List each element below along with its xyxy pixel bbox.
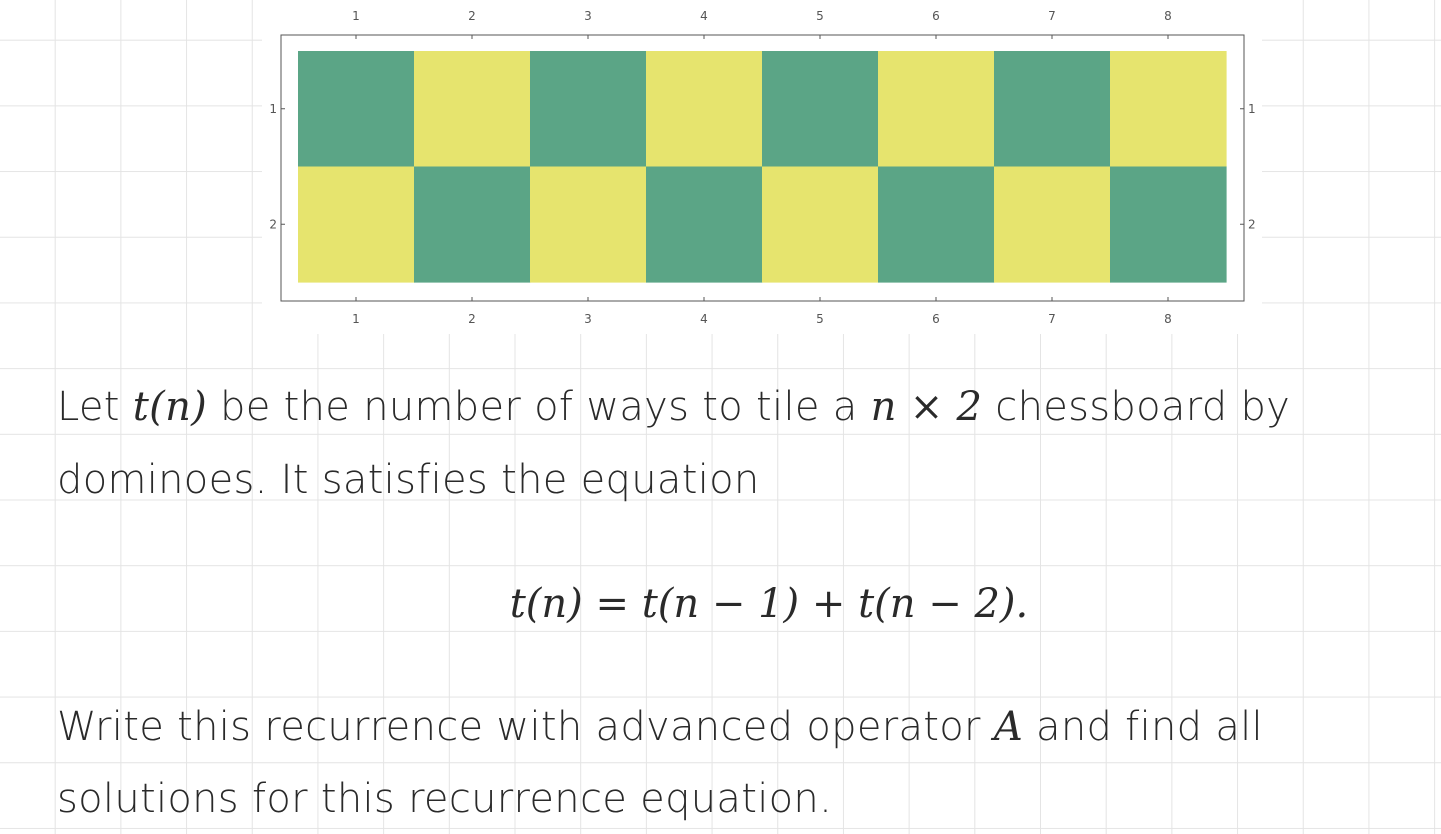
text-let: Let <box>57 384 133 430</box>
text-find-all: and find all <box>1023 704 1263 750</box>
math-operator-a: A <box>993 704 1023 750</box>
board-cell-r1-c7 <box>994 51 1111 168</box>
x-tick-label-top-4: 4 <box>700 9 708 23</box>
x-tick-label-bottom-4: 4 <box>700 312 708 326</box>
x-tick-label-bottom-3: 3 <box>584 312 592 326</box>
x-tick-label-top-8: 8 <box>1164 9 1172 23</box>
paragraph-2-line-1: Write this recurrence with advanced oper… <box>57 703 1263 751</box>
x-tick-label-top-1: 1 <box>352 9 360 23</box>
board-cell-r2-c2 <box>414 166 531 283</box>
text-chessboard-by: chessboard by <box>982 384 1291 430</box>
x-tick-label-bottom-8: 8 <box>1164 312 1172 326</box>
y-tick-label-left-1: 1 <box>269 102 277 116</box>
x-tick-label-bottom-6: 6 <box>932 312 940 326</box>
board-cell-r2-c7 <box>994 166 1111 283</box>
x-tick-label-top-3: 3 <box>584 9 592 23</box>
x-tick-label-top-7: 7 <box>1048 9 1056 23</box>
y-tick-label-left-2: 2 <box>269 217 277 231</box>
board-cell-r2-c5 <box>762 166 879 283</box>
x-tick-label-bottom-5: 5 <box>816 312 824 326</box>
text-number-of-ways: be the number of ways to tile a <box>207 384 871 430</box>
chessboard-svg: 1 1 2 2 3 3 4 4 5 5 6 6 7 7 8 8 1 1 2 2 <box>269 9 1256 326</box>
math-t-of-n: t(n) <box>132 384 208 430</box>
math-board-dimensions: n × 2 <box>870 384 983 430</box>
board-cell-r2-c6 <box>878 166 995 283</box>
paragraph-2-line-2: solutions for this recurrence equation. <box>57 776 833 822</box>
board-cell-r1-c1 <box>298 51 415 168</box>
board-cell-r1-c2 <box>414 51 531 168</box>
x-tick-label-top-6: 6 <box>932 9 940 23</box>
x-tick-label-top-5: 5 <box>816 9 824 23</box>
board-cell-r1-c6 <box>878 51 995 168</box>
board-cell-r2-c4 <box>646 166 763 283</box>
paragraph-1-line-1: Let t(n) be the number of ways to tile a… <box>57 383 1290 431</box>
text-write-recurrence: Write this recurrence with advanced oper… <box>57 704 994 750</box>
board-cell-r1-c3 <box>530 51 647 168</box>
board-cell-r1-c4 <box>646 51 763 168</box>
x-tick-label-bottom-2: 2 <box>468 312 476 326</box>
x-tick-label-bottom-1: 1 <box>352 312 360 326</box>
board-cell-r1-c5 <box>762 51 879 168</box>
chessboard-figure: 1 1 2 2 3 3 4 4 5 5 6 6 7 7 8 8 1 1 2 2 <box>262 0 1262 334</box>
board-cell-r1-c8 <box>1110 51 1227 168</box>
y-tick-label-right-2: 2 <box>1248 217 1256 231</box>
board-cell-r2-c8 <box>1110 166 1227 283</box>
x-tick-label-bottom-7: 7 <box>1048 312 1056 326</box>
recurrence-equation: t(n) = t(n − 1) + t(n − 2). <box>509 581 1029 627</box>
board-cell-r2-c3 <box>530 166 647 283</box>
board-cell-r2-c1 <box>298 166 415 283</box>
y-tick-label-right-1: 1 <box>1248 102 1256 116</box>
board-cells <box>298 51 1227 283</box>
x-tick-label-top-2: 2 <box>468 9 476 23</box>
paragraph-1-line-2: dominoes. It satisfies the equation <box>57 457 760 503</box>
